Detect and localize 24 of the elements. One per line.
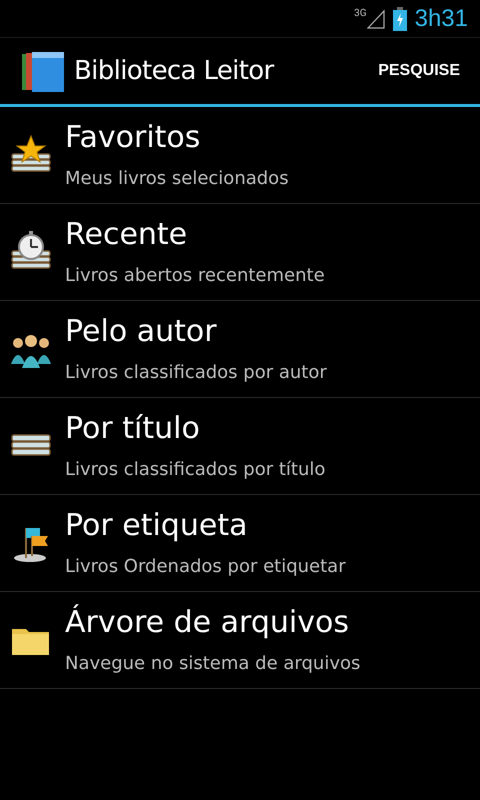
network-type: 3G — [354, 8, 367, 18]
search-action[interactable]: PESQUISE — [378, 59, 460, 83]
menu-item[interactable]: Árvore de arquivos Navegue no sistema de arquivos — [0, 592, 480, 689]
item-title: Pelo autor — [65, 312, 218, 350]
signal-icon — [366, 8, 385, 28]
item-title: Por etiqueta — [65, 506, 248, 544]
menu-item[interactable]: Por etiqueta Livros Ordenados por etiquetar — [0, 495, 480, 592]
item-title: Favoritos — [65, 118, 202, 156]
item-subtitle: Livros classificados por autor — [65, 360, 327, 384]
app-title: Biblioteca Leitor — [74, 54, 274, 88]
item-subtitle: Livros Ordenados por etiquetar — [65, 554, 346, 578]
battery-charging-icon — [392, 6, 407, 30]
item-title: Árvore de arquivos — [65, 604, 350, 642]
item-subtitle: Livros abertos recentemente — [65, 264, 325, 288]
item-title: Recente — [65, 216, 188, 254]
item-subtitle: Meus livros selecionados — [65, 166, 289, 190]
item-subtitle: Navegue no sistema de arquivos — [65, 652, 360, 676]
menu-item[interactable]: Pelo autor Livros classificados por autor — [0, 301, 480, 398]
item-subtitle: Livros classificados por título — [65, 458, 326, 482]
menu-item[interactable]: Favoritos Meus livros selecionados — [0, 107, 480, 204]
item-title: Por título — [65, 410, 201, 448]
menu-item[interactable]: Por título Livros classificados por título — [0, 398, 480, 495]
menu-item[interactable]: Recente Livros abertos recentemente — [0, 204, 480, 301]
clock: 3h31 — [414, 4, 468, 34]
